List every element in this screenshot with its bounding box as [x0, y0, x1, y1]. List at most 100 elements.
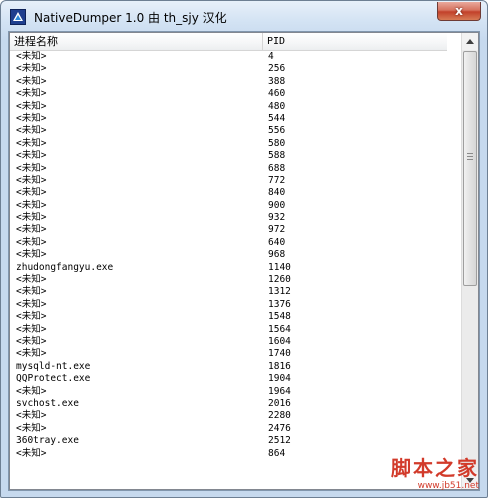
column-header-name[interactable]: 进程名称 — [10, 33, 263, 50]
grip-line — [467, 153, 473, 154]
process-name-cell: <未知> — [16, 100, 47, 112]
process-name-cell: <未知> — [16, 51, 47, 62]
table-row[interactable]: <未知> 1740 — [10, 348, 447, 360]
table-row[interactable]: <未知> 556 — [10, 125, 447, 137]
table-row[interactable]: mysqld-nt.exe 1816 — [10, 361, 447, 373]
table-row[interactable]: <未知> 1376 — [10, 299, 447, 311]
pid-cell: 640 — [268, 236, 286, 248]
process-name-cell: <未知> — [16, 137, 47, 149]
pid-cell: 556 — [268, 125, 286, 137]
list-header: 进程名称 PID — [10, 33, 447, 51]
table-row[interactable]: svchost.exe 2016 — [10, 398, 447, 410]
pid-cell: 256 — [268, 63, 286, 75]
title-bar[interactable]: NativeDumper 1.0 由 th_sjy 汉化 x — [1, 1, 487, 31]
process-name-cell: zhudongfangyu.exe — [16, 261, 114, 273]
pid-cell: 4 — [268, 51, 274, 62]
table-row[interactable]: <未知> 1564 — [10, 324, 447, 336]
table-row[interactable]: <未知> 640 — [10, 237, 447, 249]
process-name-cell: <未知> — [16, 162, 47, 174]
chevron-up-icon — [466, 39, 474, 44]
pid-cell: 1312 — [268, 286, 291, 298]
process-name-cell: <未知> — [16, 212, 47, 224]
process-list[interactable]: 进程名称 PID <未知> 4 <未知> 256 <未知> 388 <未知> 460 <未知> 4… — [9, 32, 479, 490]
grip-line — [467, 156, 473, 157]
table-row[interactable]: <未知> 1548 — [10, 311, 447, 323]
process-name-cell: <未知> — [16, 187, 47, 199]
client-area: 进程名称 PID <未知> 4 <未知> 256 <未知> 388 <未知> 460 <未知> 4… — [8, 31, 480, 491]
table-row[interactable]: <未知> 480 — [10, 101, 447, 113]
table-row[interactable]: <未知> 256 — [10, 63, 447, 75]
table-row[interactable]: <未知> 932 — [10, 212, 447, 224]
window-title: NativeDumper 1.0 由 th_sjy 汉化 — [34, 11, 227, 25]
process-name-cell: <未知> — [16, 274, 47, 286]
grip-line — [467, 159, 473, 160]
table-row[interactable]: <未知> 580 — [10, 138, 447, 150]
process-name-cell: <未知> — [16, 323, 47, 335]
pid-cell: 900 — [268, 199, 286, 211]
table-row[interactable]: <未知> 544 — [10, 113, 447, 125]
pid-cell: 864 — [268, 447, 286, 459]
table-row[interactable]: <未知> 4 — [10, 51, 447, 63]
pid-cell: 772 — [268, 174, 286, 186]
table-row[interactable]: <未知> 972 — [10, 224, 447, 236]
pid-cell: 1740 — [268, 348, 291, 360]
process-name-cell: <未知> — [16, 150, 47, 162]
pid-cell: 932 — [268, 212, 286, 224]
process-name-cell: <未知> — [16, 447, 47, 459]
process-name-cell: <未知> — [16, 224, 47, 236]
scroll-down-button[interactable] — [462, 472, 478, 489]
table-row[interactable]: <未知> 968 — [10, 249, 447, 261]
column-header-pid[interactable]: PID — [263, 33, 447, 50]
pid-cell: 580 — [268, 137, 286, 149]
process-name-cell: <未知> — [16, 199, 47, 211]
process-name-cell: <未知> — [16, 298, 47, 310]
table-row[interactable]: <未知> 460 — [10, 88, 447, 100]
pid-cell: 1140 — [268, 261, 291, 273]
table-row[interactable]: <未知> 1964 — [10, 386, 447, 398]
table-row[interactable]: <未知> 1604 — [10, 336, 447, 348]
process-name-cell: <未知> — [16, 422, 47, 434]
table-row[interactable]: <未知> 688 — [10, 163, 447, 175]
pid-cell: 968 — [268, 249, 286, 261]
table-row[interactable]: <未知> 864 — [10, 448, 447, 460]
process-name-cell: QQProtect.exe — [16, 373, 91, 385]
table-row[interactable]: QQProtect.exe 1904 — [10, 373, 447, 385]
table-row[interactable]: <未知> 2280 — [10, 410, 447, 422]
process-name-cell: <未知> — [16, 63, 47, 75]
close-icon: x — [455, 4, 463, 18]
table-row[interactable]: <未知> 2476 — [10, 423, 447, 435]
pid-cell: 1376 — [268, 298, 291, 310]
process-name-cell: mysqld-nt.exe — [16, 360, 91, 372]
process-name-cell: <未知> — [16, 249, 47, 261]
table-row[interactable]: 360tray.exe 2512 — [10, 435, 447, 447]
scroll-up-button[interactable] — [462, 33, 478, 50]
pid-cell: 1964 — [268, 385, 291, 397]
table-row[interactable]: <未知> 772 — [10, 175, 447, 187]
table-row[interactable]: <未知> 588 — [10, 150, 447, 162]
process-name-cell: <未知> — [16, 311, 47, 323]
table-row[interactable]: <未知> 388 — [10, 76, 447, 88]
table-row[interactable]: <未知> 840 — [10, 187, 447, 199]
process-name-cell: <未知> — [16, 335, 47, 347]
pid-cell: 460 — [268, 88, 286, 100]
vertical-scrollbar[interactable] — [461, 33, 478, 489]
pid-cell: 1604 — [268, 335, 291, 347]
table-row[interactable]: <未知> 1260 — [10, 274, 447, 286]
pid-cell: 2512 — [268, 435, 291, 447]
pid-cell: 544 — [268, 112, 286, 124]
process-name-cell: <未知> — [16, 125, 47, 137]
process-name-cell: <未知> — [16, 286, 47, 298]
pid-cell: 840 — [268, 187, 286, 199]
pid-cell: 1904 — [268, 373, 291, 385]
chevron-down-icon — [466, 478, 474, 483]
app-window: NativeDumper 1.0 由 th_sjy 汉化 x 进程名称 PID … — [0, 0, 488, 498]
scroll-thumb[interactable] — [463, 51, 477, 286]
app-icon[interactable] — [10, 9, 26, 25]
pid-cell: 2016 — [268, 397, 291, 409]
table-row[interactable]: zhudongfangyu.exe 1140 — [10, 262, 447, 274]
process-name-cell: <未知> — [16, 236, 47, 248]
table-row[interactable]: <未知> 900 — [10, 200, 447, 212]
table-row[interactable]: <未知> 1312 — [10, 286, 447, 298]
pid-cell: 588 — [268, 150, 286, 162]
close-button[interactable]: x — [437, 2, 481, 21]
